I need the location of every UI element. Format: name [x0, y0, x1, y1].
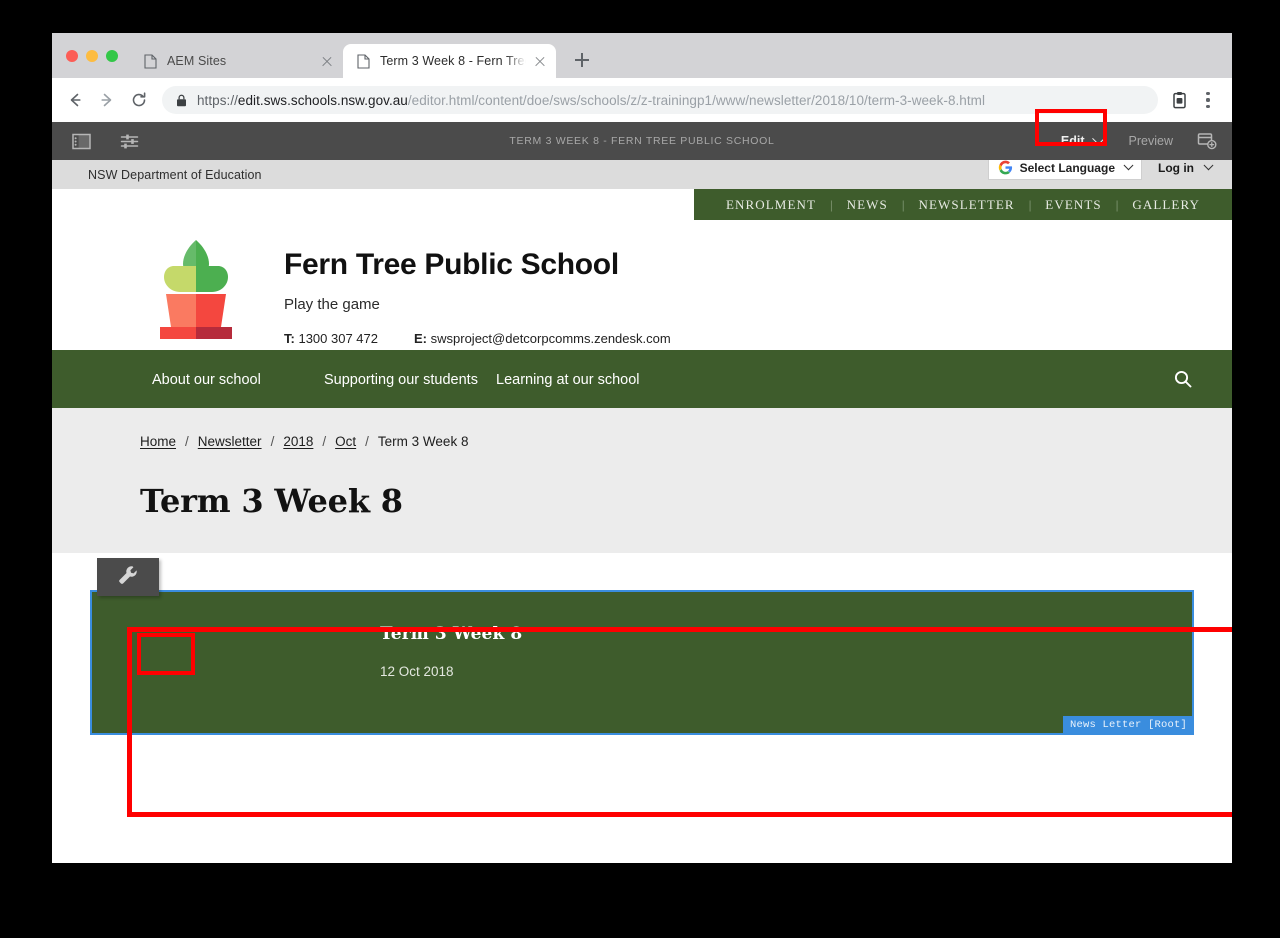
newsletter-component-body[interactable]: Term 3 Week 8 12 Oct 2018 News Letter [R…: [90, 590, 1194, 735]
kebab-menu-icon[interactable]: [1196, 87, 1220, 113]
login-label: Log in: [1158, 160, 1194, 175]
utility-nav-item-news[interactable]: NEWS: [833, 197, 902, 213]
breadcrumb: Home / Newsletter / 2018 / Oct / Term 3 …: [140, 434, 1232, 449]
close-window-button[interactable]: [66, 49, 78, 62]
utility-nav-item-events[interactable]: EVENTS: [1031, 197, 1115, 213]
new-tab-button[interactable]: [568, 46, 596, 74]
component-configure-button[interactable]: [97, 558, 159, 596]
page-title: Term 3 Week 8: [140, 482, 403, 520]
forward-arrow-icon[interactable]: [92, 85, 122, 115]
school-identity: Fern Tree Public School Play the game T:…: [284, 236, 671, 346]
url-path: /editor.html/content/doe/sws/schools/z/z…: [407, 92, 986, 108]
url-input[interactable]: https://edit.sws.schools.nsw.gov.au/edit…: [162, 86, 1158, 114]
school-name: Fern Tree Public School: [284, 248, 619, 281]
url-host: edit.sws.schools.nsw.gov.au: [237, 92, 408, 108]
browser-url-bar: https://edit.sws.schools.nsw.gov.au/edit…: [52, 78, 1232, 122]
chevron-down-icon: [1091, 131, 1105, 145]
url-text: https://edit.sws.schools.nsw.gov.au/edit…: [197, 93, 985, 108]
component-type-badge: News Letter [Root]: [1062, 716, 1194, 735]
url-scheme: https://: [197, 92, 238, 108]
lock-icon: [176, 94, 187, 107]
school-phone: T: 1300 307 472: [284, 331, 378, 346]
breadcrumb-item-home[interactable]: Home: [140, 434, 176, 449]
department-label: NSW Department of Education: [88, 167, 262, 182]
utility-nav-wrap: ENROLMENT | NEWS | NEWSLETTER | EVENTS |…: [52, 189, 1232, 220]
reload-icon[interactable]: [124, 85, 154, 115]
preview-mode-label: Preview: [1128, 134, 1173, 148]
aem-toolbar-actions: Edit Preview: [1048, 122, 1232, 160]
phone-value: 1300 307 472: [298, 331, 378, 346]
school-contact: T: 1300 307 472 E: swsproject@detcorpcom…: [284, 331, 671, 346]
page-icon: [144, 53, 157, 69]
newsletter-title: Term 3 Week 8: [380, 624, 523, 644]
email-value: swsproject@detcorpcomms.zendesk.com: [430, 331, 671, 346]
browser-tab-aem-sites[interactable]: AEM Sites: [130, 44, 343, 78]
component-area: Term 3 Week 8 12 Oct 2018 News Letter [R…: [52, 553, 1232, 798]
browser-window: AEM Sites Term 3 Week 8 - Fern Tree Pub: [52, 33, 1232, 863]
breadcrumb-item-current: Term 3 Week 8: [377, 434, 469, 449]
breadcrumb-separator: /: [365, 434, 369, 449]
main-nav-item-about-our-school[interactable]: About our school: [152, 370, 324, 389]
close-tab-button[interactable]: [319, 53, 335, 69]
breadcrumb-item-newsletter[interactable]: Newsletter: [198, 434, 262, 449]
page-icon: [357, 53, 370, 69]
school-motto: Play the game: [284, 296, 380, 313]
maximize-window-button[interactable]: [106, 49, 118, 62]
browser-tab-title: Term 3 Week 8 - Fern Tree Pub: [380, 54, 526, 68]
breadcrumb-item-oct[interactable]: Oct: [335, 434, 356, 449]
content-header: Home / Newsletter / 2018 / Oct / Term 3 …: [52, 408, 1232, 553]
search-icon[interactable]: [1170, 366, 1196, 392]
edit-mode-button[interactable]: Edit: [1048, 122, 1116, 160]
clipboard-icon[interactable]: [1166, 87, 1192, 113]
wrench-icon: [117, 564, 139, 591]
close-tab-button[interactable]: [532, 53, 548, 69]
newsletter-content: Term 3 Week 8 12 Oct 2018: [92, 592, 1192, 679]
breadcrumb-item-2018[interactable]: 2018: [283, 434, 313, 449]
login-menu[interactable]: Log in: [1158, 160, 1214, 175]
newsletter-date: 12 Oct 2018: [380, 664, 454, 679]
department-bar: NSW Department of Education Select Langu…: [52, 160, 1232, 189]
school-email: E: swsproject@detcorpcomms.zendesk.com: [414, 331, 671, 346]
breadcrumb-separator: /: [322, 434, 327, 449]
window-traffic-lights: [62, 33, 130, 78]
breadcrumb-separator: /: [185, 434, 189, 449]
back-arrow-icon[interactable]: [60, 85, 90, 115]
edit-mode-label: Edit: [1060, 134, 1085, 148]
site-masthead: Fern Tree Public School Play the game T:…: [52, 220, 1232, 350]
utility-nav-item-enrolment[interactable]: ENROLMENT: [712, 197, 830, 213]
page-content: NSW Department of Education Select Langu…: [52, 160, 1232, 863]
side-panel-icon[interactable]: [64, 122, 98, 160]
newsletter-component[interactable]: Term 3 Week 8 12 Oct 2018 News Letter [R…: [90, 553, 1194, 735]
minimize-window-button[interactable]: [86, 49, 98, 62]
language-select-label: Select Language: [1019, 160, 1115, 175]
sliders-icon[interactable]: [112, 122, 146, 160]
aem-editor-toolbar: TERM 3 WEEK 8 - FERN TREE PUBLIC SCHOOL …: [52, 122, 1232, 160]
page-add-icon[interactable]: [1190, 122, 1224, 160]
phone-label: T:: [284, 331, 295, 346]
utility-nav-item-gallery[interactable]: GALLERY: [1118, 197, 1214, 213]
chevron-down-icon: [1123, 160, 1134, 171]
browser-tab-strip: AEM Sites Term 3 Week 8 - Fern Tree Pub: [52, 33, 1232, 78]
browser-tab-title: AEM Sites: [167, 54, 227, 68]
utility-nav-item-newsletter[interactable]: NEWSLETTER: [904, 197, 1028, 213]
breadcrumb-separator: /: [270, 434, 275, 449]
chevron-down-icon: [1203, 160, 1214, 171]
google-g-icon: [998, 160, 1013, 175]
email-label: E:: [414, 331, 427, 346]
department-tools: Select Language Log in: [987, 160, 1214, 180]
preview-mode-button[interactable]: Preview: [1116, 122, 1186, 160]
main-nav-item-learning-at-our-school[interactable]: Learning at our school: [496, 370, 668, 389]
browser-tab-term-3-week-8[interactable]: Term 3 Week 8 - Fern Tree Pub: [343, 44, 556, 78]
language-select[interactable]: Select Language: [987, 160, 1142, 180]
utility-nav: ENROLMENT | NEWS | NEWSLETTER | EVENTS |…: [693, 189, 1232, 220]
potted-plant-logo[interactable]: [152, 236, 240, 348]
main-nav-item-supporting-our-students[interactable]: Supporting our students: [324, 370, 496, 389]
main-nav: About our school Supporting our students…: [52, 350, 1232, 408]
